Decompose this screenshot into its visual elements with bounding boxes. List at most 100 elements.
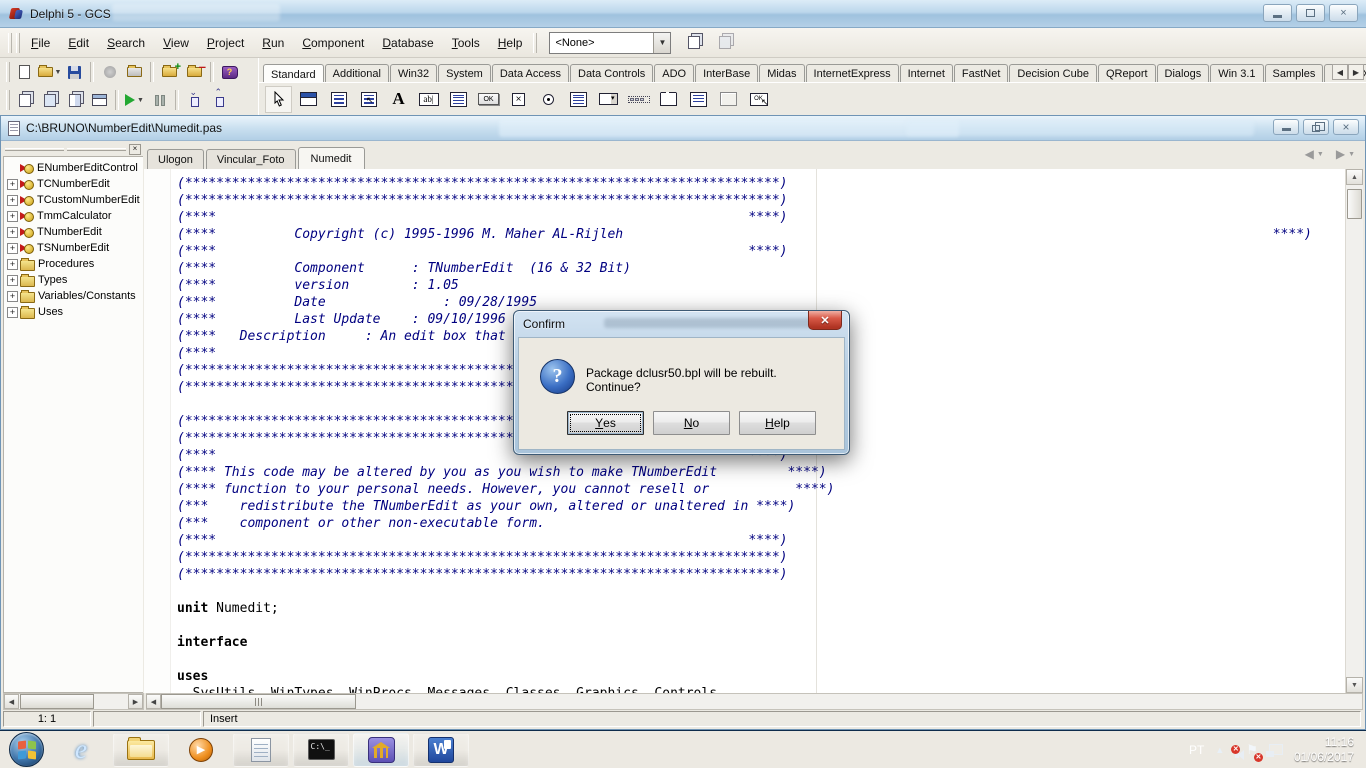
open-project-button[interactable]	[122, 61, 147, 84]
menu-run[interactable]: Run	[253, 31, 293, 55]
view-form-button[interactable]	[37, 89, 62, 112]
toolbar-grip[interactable]	[16, 33, 20, 53]
combo-dropdown-icon[interactable]: ▼	[653, 33, 670, 53]
expand-icon[interactable]: +	[7, 243, 18, 254]
desktop-layout-combo[interactable]: <None> ▼	[549, 32, 671, 54]
expand-icon[interactable]: +	[7, 307, 18, 318]
tree-item-tsnumberedit[interactable]: +TSNumberEdit	[4, 240, 143, 256]
start-button[interactable]	[9, 732, 44, 767]
no-button[interactable]: No	[653, 411, 730, 435]
open-file-button[interactable]: ▼	[37, 61, 62, 84]
component-main-menu[interactable]	[325, 86, 352, 113]
maximize-button[interactable]	[1296, 4, 1325, 22]
explorer-close-icon[interactable]: ×	[129, 144, 141, 155]
editor-titlebar[interactable]: C:\BRUNO\NumberEdit\Numedit.pas ×	[1, 116, 1365, 141]
view-unit-button[interactable]	[12, 89, 37, 112]
close-button[interactable]: ×	[1329, 4, 1358, 22]
menu-tools[interactable]: Tools	[443, 31, 489, 55]
back-icon[interactable]: ◀	[1305, 147, 1314, 161]
palette-tab-data-access[interactable]: Data Access	[492, 64, 569, 82]
scrollbar-thumb[interactable]	[20, 694, 94, 709]
toolbar-grip[interactable]	[8, 33, 12, 53]
taskbar-app-media-player[interactable]: ▶	[173, 733, 229, 767]
tree-item-tnumberedit[interactable]: +TNumberEdit	[4, 224, 143, 240]
component-radio-button[interactable]	[535, 86, 562, 113]
language-indicator[interactable]: PT	[1189, 743, 1204, 757]
set-debug-desktop-button[interactable]	[712, 31, 737, 54]
pause-button[interactable]	[147, 89, 172, 112]
dialog-close-button[interactable]: ✕	[808, 311, 842, 330]
explorer-grab-bar[interactable]: ×	[3, 143, 143, 156]
palette-tab-win32[interactable]: Win32	[390, 64, 437, 82]
taskbar-app-command-prompt[interactable]: C:\_	[293, 733, 349, 767]
tree-item-types[interactable]: +Types	[4, 272, 143, 288]
menu-project[interactable]: Project	[198, 31, 253, 55]
tree-item-tmmcalculator[interactable]: +TmmCalculator	[4, 208, 143, 224]
component-combobox[interactable]	[595, 86, 622, 113]
step-over-button[interactable]	[207, 89, 232, 112]
palette-tab-internetexpress[interactable]: InternetExpress	[806, 64, 899, 82]
component-listbox[interactable]	[565, 86, 592, 113]
expand-icon[interactable]: +	[7, 275, 18, 286]
component-button-ok[interactable]: OK	[475, 86, 502, 113]
menu-search[interactable]: Search	[98, 31, 154, 55]
menu-file[interactable]: File	[22, 31, 59, 55]
minimize-button[interactable]	[1263, 4, 1292, 22]
component-scrollbar[interactable]	[625, 86, 652, 113]
tree-item-uses[interactable]: +Uses	[4, 304, 143, 320]
tree-item-variables-constants[interactable]: +Variables/Constants	[4, 288, 143, 304]
taskbar-app-notepad[interactable]	[233, 733, 289, 767]
menu-component[interactable]: Component	[293, 31, 373, 55]
main-titlebar[interactable]: Delphi 5 - GCS ×	[0, 0, 1366, 28]
palette-tab-dialogs[interactable]: Dialogs	[1157, 64, 1210, 82]
palette-tab-interbase[interactable]: InterBase	[695, 64, 758, 82]
component-popup-menu[interactable]	[355, 86, 382, 113]
expand-icon[interactable]: +	[7, 211, 18, 222]
toolbar-grip[interactable]	[6, 62, 10, 82]
component-panel[interactable]	[715, 86, 742, 113]
component-action-list[interactable]: OK	[745, 86, 772, 113]
scroll-up-icon[interactable]: ▲	[1346, 169, 1363, 185]
component-checkbox[interactable]: ×	[505, 86, 532, 113]
component-edit[interactable]: ab|	[415, 86, 442, 113]
tree-item-procedures[interactable]: +Procedures	[4, 256, 143, 272]
menu-help[interactable]: Help	[489, 31, 532, 55]
hidden-icons-icon[interactable]: ▲	[1215, 745, 1224, 755]
editor-tab-vincular-foto[interactable]: Vincular_Foto	[206, 149, 296, 169]
scroll-right-icon[interactable]: ▶	[1348, 64, 1364, 80]
toolbar-grip[interactable]	[533, 33, 537, 53]
new-form-button[interactable]	[87, 89, 112, 112]
expand-icon[interactable]: +	[7, 227, 18, 238]
vertical-scrollbar[interactable]: ▲ ▼	[1345, 169, 1363, 693]
taskbar-app-word[interactable]: W	[413, 733, 469, 767]
yes-button[interactable]: Yes	[567, 411, 644, 435]
palette-tab-qreport[interactable]: QReport	[1098, 64, 1156, 82]
expand-icon[interactable]: +	[7, 259, 18, 270]
scroll-left-icon[interactable]: ◀	[146, 694, 161, 709]
taskbar-app-windows-explorer[interactable]	[113, 733, 169, 767]
scroll-down-icon[interactable]: ▼	[1346, 677, 1363, 693]
scrollbar-thumb[interactable]	[161, 694, 356, 709]
component-memo[interactable]	[445, 86, 472, 113]
forward-icon[interactable]: ▶	[1336, 147, 1345, 161]
editor-restore-button[interactable]	[1303, 119, 1329, 135]
scrollbar-thumb[interactable]	[1347, 189, 1362, 219]
save-file-button[interactable]	[62, 61, 87, 84]
editor-tab-numedit[interactable]: Numedit	[298, 147, 365, 169]
component-label[interactable]: A	[385, 86, 412, 113]
explorer-hscrollbar[interactable]: ◀ ▶	[3, 693, 144, 710]
editor-hscrollbar[interactable]: ◀	[146, 693, 1363, 710]
run-button[interactable]: ▼	[122, 89, 147, 112]
palette-tab-win-3-1[interactable]: Win 3.1	[1210, 64, 1263, 82]
toggle-form-unit-button[interactable]	[62, 89, 87, 112]
save-all-button[interactable]	[97, 61, 122, 84]
palette-tab-ado[interactable]: ADO	[654, 64, 694, 82]
action-center-flag-icon[interactable]: ⚑✕	[1246, 742, 1258, 758]
tree-item-tcnumberedit[interactable]: +TCNumberEdit	[4, 176, 143, 192]
new-file-button[interactable]	[12, 61, 37, 84]
menu-database[interactable]: Database	[373, 31, 442, 55]
expand-icon[interactable]: +	[7, 291, 18, 302]
palette-tab-internet[interactable]: Internet	[900, 64, 953, 82]
network-icon[interactable]	[1269, 744, 1283, 755]
expand-icon[interactable]: +	[7, 179, 18, 190]
